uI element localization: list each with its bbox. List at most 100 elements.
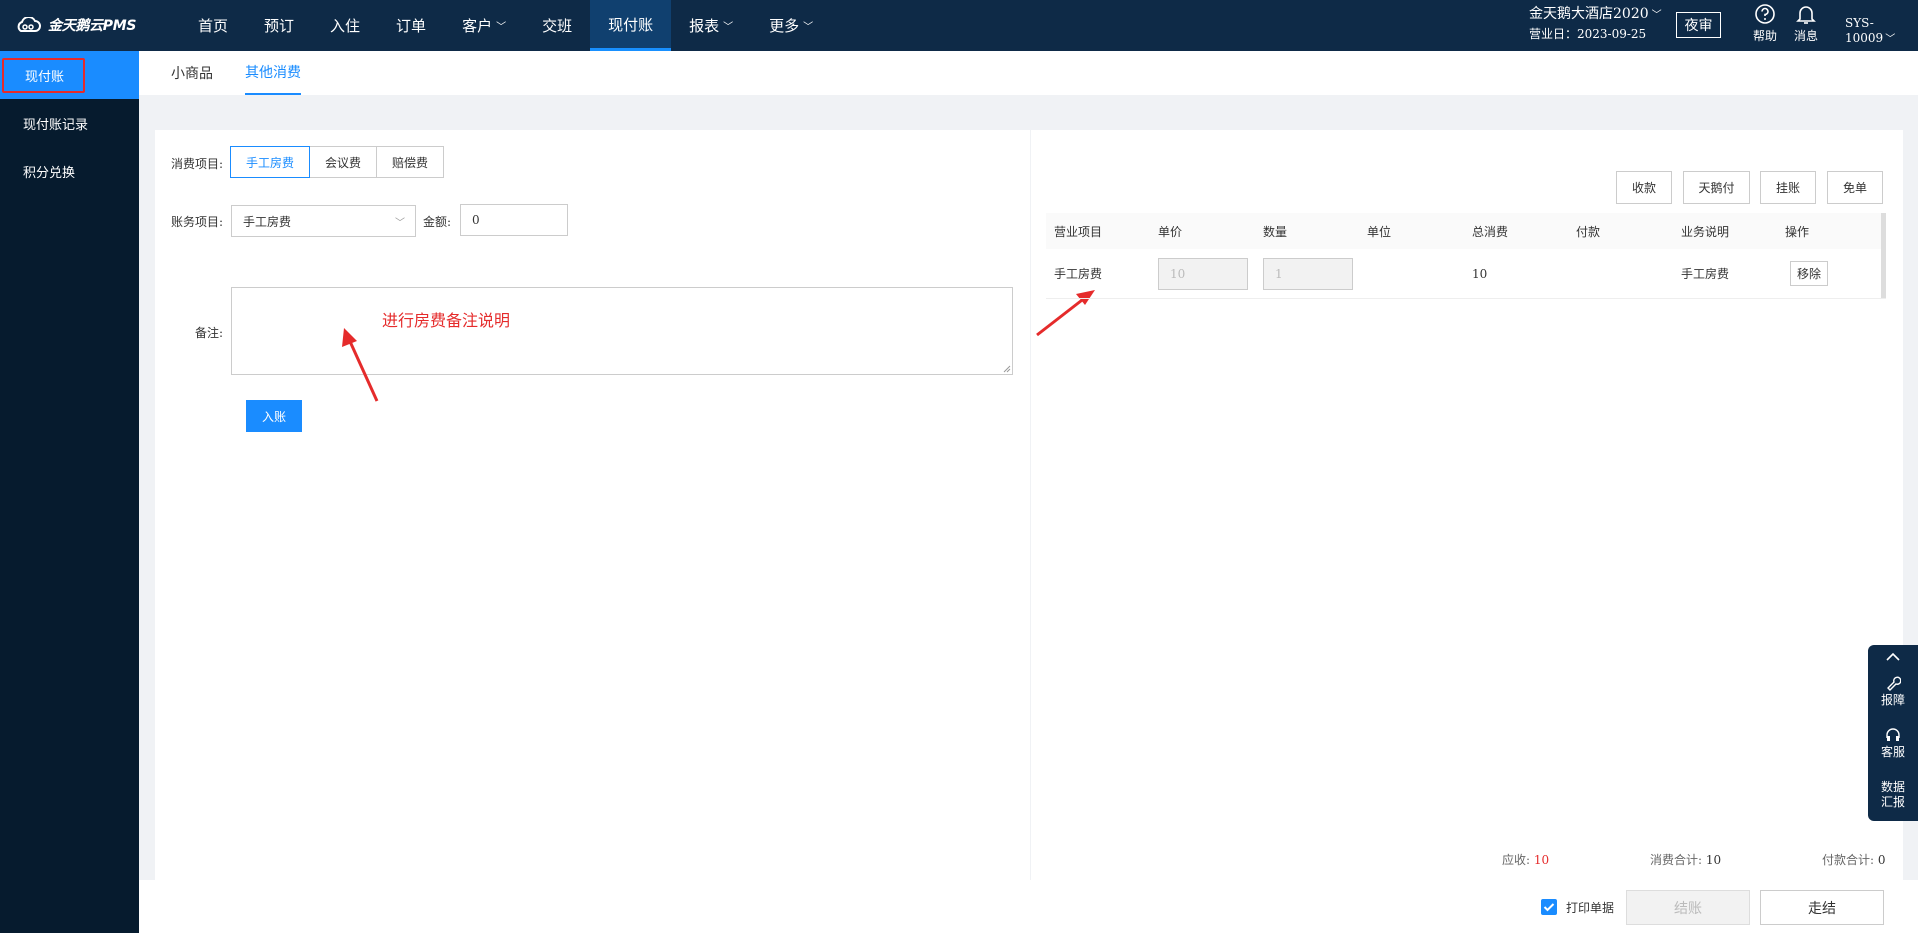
- customer-service-label: 客服: [1880, 745, 1905, 759]
- waive-bill-button[interactable]: 免单: [1827, 171, 1883, 204]
- wrench-icon: [1887, 676, 1901, 691]
- annotation-arrow-icon: [342, 328, 379, 402]
- nav-item-cash-account[interactable]: 现付账: [590, 0, 672, 51]
- nav-item-label: 客户: [462, 17, 493, 35]
- report-issue-button[interactable]: 报障: [1868, 675, 1918, 708]
- data-report-label-1: 数据: [1880, 780, 1905, 794]
- column-header: 付款: [1576, 224, 1601, 239]
- night-audit-button[interactable]: 夜审: [1676, 12, 1721, 38]
- row-item: 手工房费: [1054, 267, 1103, 281]
- sidebar: 现付账 现付账记录 积分兑换: [0, 51, 139, 933]
- sidebar-item-cash-account[interactable]: 现付账: [0, 51, 139, 99]
- charge-to-account-button[interactable]: 挂账: [1760, 171, 1816, 204]
- row-total: 10: [1472, 266, 1488, 281]
- unit-price-input[interactable]: 10: [1158, 257, 1248, 290]
- sidebar-item-points-exchange[interactable]: 积分兑换: [0, 147, 139, 195]
- consume-option-meeting[interactable]: 会议费: [309, 146, 378, 178]
- column-header: 业务说明: [1681, 224, 1730, 239]
- hotel-switcher[interactable]: 金天鹅大酒店2020 ﹀ 营业日：2023-09-25: [1529, 5, 1662, 43]
- amount-label: 金额:: [423, 215, 452, 229]
- resize-grip-icon[interactable]: [1003, 365, 1011, 373]
- paid-total: 付款合计: 0: [1822, 851, 1886, 868]
- row-description: 手工房费: [1681, 267, 1730, 281]
- nav-item-more[interactable]: 更多 ﹀: [751, 0, 831, 51]
- brand-logo[interactable]: 金天鹅云PMS: [14, 14, 136, 36]
- messages-button[interactable]: 消息: [1791, 3, 1821, 44]
- walk-out-button[interactable]: 走结: [1760, 890, 1884, 925]
- column-header: 营业项目: [1054, 224, 1103, 239]
- nav-item-shift[interactable]: 交班: [524, 0, 590, 51]
- scroll-top-button[interactable]: [1868, 651, 1918, 665]
- user-menu[interactable]: SYS-10009 ﹀: [1845, 16, 1918, 45]
- bill-table: 营业项目 单价 数量 单位 总消费 付款 业务说明 操作 手工房费 10 1 1…: [1046, 213, 1886, 299]
- receivable-label: 应收:: [1502, 853, 1531, 867]
- receivable-value: 10: [1533, 853, 1550, 867]
- help-label: 帮助: [1752, 29, 1777, 43]
- nav-item-label: 现付账: [608, 15, 654, 34]
- amount-input[interactable]: 0: [460, 204, 568, 236]
- column-header: 操作: [1785, 224, 1810, 239]
- consume-total-label: 消费合计:: [1650, 853, 1703, 867]
- nav-item-customers[interactable]: 客户 ﹀: [444, 0, 524, 51]
- consume-total-value: 10: [1705, 853, 1722, 867]
- table-row: 手工房费 10 1 10 手工房费 移除: [1046, 249, 1886, 299]
- account-item-select[interactable]: 手工房费 ﹀: [231, 205, 416, 237]
- nav-item-label: 更多: [769, 17, 800, 35]
- top-nav-bar: 金天鹅云PMS 首页 预订 入住 订单 客户 ﹀ 交班 现付账 报表 ﹀ 更多 ﹀ 金…: [0, 0, 1918, 51]
- hotel-name: 金天鹅大酒店2020: [1529, 6, 1649, 22]
- collect-payment-button[interactable]: 收款: [1616, 171, 1672, 204]
- consume-option-manual-room[interactable]: 手工房费: [230, 146, 311, 178]
- nav-item-label: 预订: [264, 17, 295, 35]
- nav-item-label: 交班: [542, 17, 573, 35]
- sub-tabs: 小商品 其他消费: [139, 51, 1918, 95]
- check-icon: [1543, 903, 1555, 912]
- post-entry-button[interactable]: 入账: [246, 400, 302, 432]
- tab-other-consumption[interactable]: 其他消费: [245, 51, 301, 95]
- messages-label: 消息: [1793, 29, 1818, 43]
- settle-button[interactable]: 结账: [1626, 890, 1750, 925]
- account-item-value: 手工房费: [243, 214, 292, 229]
- consume-option-compensation[interactable]: 赔偿费: [376, 146, 445, 178]
- entry-form-panel: [155, 130, 1030, 880]
- headset-icon: [1886, 728, 1900, 741]
- column-header: 总消费: [1472, 224, 1509, 239]
- nav-item-orders[interactable]: 订单: [378, 0, 444, 51]
- nav-item-reports[interactable]: 报表 ﹀: [671, 0, 751, 51]
- nav-item-home[interactable]: 首页: [180, 0, 246, 51]
- nav-item-label: 首页: [198, 17, 229, 35]
- nav-item-booking[interactable]: 预订: [246, 0, 312, 51]
- data-report-button[interactable]: 数据 汇报: [1868, 780, 1918, 810]
- receivable-total: 应收: 10: [1502, 851, 1549, 868]
- nav-item-checkin[interactable]: 入住: [312, 0, 378, 51]
- chevron-down-icon: ﹀: [395, 218, 405, 229]
- floating-toolbar: 报障 客服 数据 汇报: [1868, 645, 1918, 821]
- main-nav: 首页 预订 入住 订单 客户 ﹀ 交班 现付账 报表 ﹀ 更多 ﹀: [180, 0, 831, 51]
- annotation-text: 进行房费备注说明: [382, 311, 511, 330]
- remark-label: 备注:: [195, 326, 224, 340]
- chevron-down-icon: ﹀: [803, 22, 814, 33]
- table-scrollbar[interactable]: [1881, 213, 1886, 298]
- paid-total-value: 0: [1877, 853, 1886, 867]
- help-button[interactable]: 帮助: [1750, 3, 1780, 44]
- nav-item-label: 入住: [330, 17, 361, 35]
- column-header: 单位: [1367, 224, 1392, 239]
- chevron-down-icon: ﹀: [1885, 34, 1896, 45]
- customer-service-button[interactable]: 客服: [1868, 727, 1918, 760]
- sidebar-item-label: 积分兑换: [23, 165, 76, 181]
- chevron-down-icon: ﹀: [496, 22, 507, 33]
- data-report-label-2: 汇报: [1880, 795, 1905, 809]
- tab-small-goods[interactable]: 小商品: [171, 51, 213, 95]
- remove-row-button[interactable]: 移除: [1790, 261, 1829, 286]
- sidebar-item-cash-records[interactable]: 现付账记录: [0, 99, 139, 147]
- report-issue-label: 报障: [1880, 693, 1905, 707]
- column-header: 单价: [1158, 224, 1183, 239]
- quantity-input[interactable]: 1: [1263, 257, 1353, 290]
- paid-total-label: 付款合计:: [1822, 853, 1875, 867]
- column-header: 数量: [1263, 224, 1288, 239]
- nav-item-label: 订单: [396, 17, 427, 35]
- chevron-down-icon: ﹀: [723, 22, 734, 33]
- print-receipt-checkbox[interactable]: [1541, 899, 1557, 915]
- chevron-up-icon: [1886, 652, 1900, 661]
- business-date: 营业日：2023-09-25: [1529, 27, 1647, 41]
- swan-pay-button[interactable]: 天鹅付: [1683, 171, 1750, 204]
